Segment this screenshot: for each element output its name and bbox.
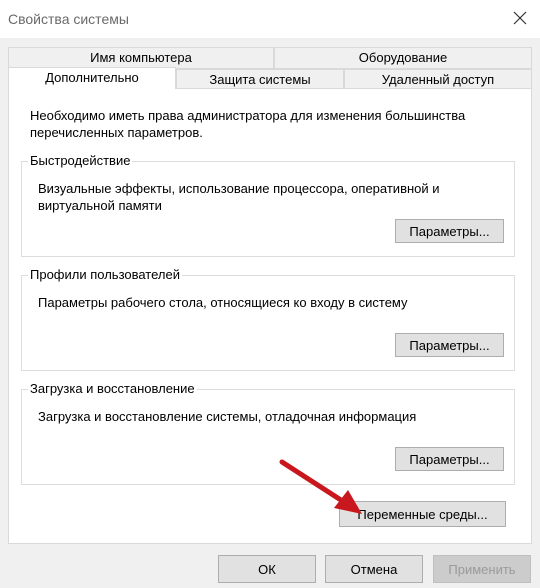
tab-panel-advanced: Необходимо иметь права администратора дл… (8, 88, 532, 544)
tab-label: Оборудование (358, 50, 448, 65)
close-icon[interactable] (510, 8, 530, 28)
group-legend: Загрузка и восстановление (28, 381, 197, 397)
user-profiles-settings-button[interactable]: Параметры... (395, 333, 504, 357)
tab-label: Защита системы (209, 72, 311, 87)
tab-hardware[interactable]: Оборудование (274, 47, 532, 69)
performance-group: Быстродействие Визуальные эффекты, испол… (21, 153, 515, 257)
title-bar: Свойства системы (0, 0, 540, 38)
red-arrow-icon (279, 459, 362, 514)
group-description: Загрузка и восстановление системы, отлад… (38, 409, 417, 424)
tab-system-protection[interactable]: Защита системы (176, 69, 344, 89)
tab-label: Дополнительно (45, 70, 139, 85)
startup-recovery-group: Загрузка и восстановление Загрузка и вос… (21, 381, 515, 485)
performance-settings-button[interactable]: Параметры... (395, 219, 504, 243)
ok-button[interactable]: ОК (218, 555, 316, 583)
group-description: Визуальные эффекты, использование процес… (38, 181, 440, 213)
tab-computer-name[interactable]: Имя компьютера (8, 47, 274, 69)
group-legend: Профили пользователей (28, 267, 182, 283)
group-legend: Быстродействие (28, 153, 133, 169)
tab-label: Имя компьютера (90, 50, 192, 65)
tab-label: Удаленный доступ (381, 72, 495, 87)
admin-rights-note: Необходимо иметь права администратора дл… (30, 108, 466, 140)
tab-advanced[interactable]: Дополнительно (8, 67, 176, 89)
group-description: Параметры рабочего стола, относящиеся ко… (38, 295, 408, 310)
apply-button[interactable]: Применить (433, 555, 531, 583)
startup-recovery-settings-button[interactable]: Параметры... (395, 447, 504, 471)
cancel-button[interactable]: Отмена (325, 555, 423, 583)
window-title: Свойства системы (8, 11, 129, 27)
tab-remote-access[interactable]: Удаленный доступ (344, 69, 532, 89)
user-profiles-group: Профили пользователей Параметры рабочего… (21, 267, 515, 371)
